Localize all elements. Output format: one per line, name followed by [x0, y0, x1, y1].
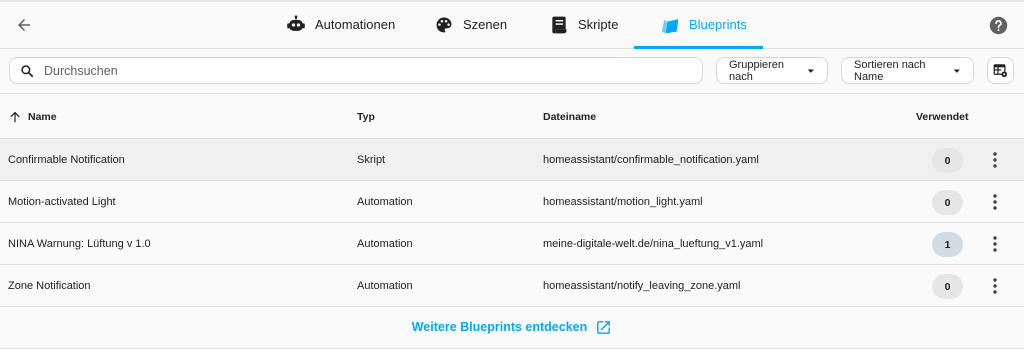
table-header: Name Typ Dateiname Verwendet — [0, 94, 1024, 139]
cell-typ: Skript — [357, 154, 386, 166]
table-row[interactable]: Motion-activated Light Automation homeas… — [0, 181, 1024, 223]
dots-vertical-icon — [993, 194, 997, 210]
help-button[interactable] — [986, 13, 1010, 37]
cell-typ: Automation — [357, 196, 413, 208]
column-settings-button[interactable] — [987, 57, 1014, 84]
row-menu-button[interactable] — [984, 148, 1006, 172]
search-box[interactable] — [9, 57, 703, 84]
cell-dateiname: homeassistant/motion_light.yaml — [543, 196, 703, 208]
script-icon — [552, 16, 567, 33]
tab-szenen[interactable]: Szenen — [434, 0, 507, 49]
tab-blueprints[interactable]: Blueprints — [660, 0, 747, 49]
sort-label: Sortieren nach Name — [854, 58, 926, 83]
usage-count-badge: 0 — [932, 190, 963, 215]
tab-label: Automationen — [315, 17, 396, 32]
tab-label: Blueprints — [689, 17, 747, 32]
search-icon — [21, 64, 34, 77]
column-header-dateiname[interactable]: Dateiname — [543, 94, 596, 139]
palette-icon — [436, 17, 452, 32]
column-header-verwendet[interactable]: Verwendet — [916, 94, 969, 139]
table-row[interactable]: Confirmable Notification Skript homeassi… — [0, 139, 1024, 181]
cell-dateiname: meine-digitale-welt.de/nina_lueftung_v1.… — [543, 238, 764, 250]
back-button[interactable] — [10, 11, 38, 39]
discover-blueprints-label: Weitere Blueprints entdecken — [411, 320, 588, 334]
arrow-left-icon — [18, 19, 30, 31]
group-by-label: Gruppieren nach — [729, 58, 785, 83]
table-cog-icon — [993, 64, 1008, 78]
caret-down-icon — [954, 68, 961, 73]
row-menu-button[interactable] — [984, 274, 1006, 298]
discover-blueprints-link[interactable]: Weitere Blueprints entdecken — [0, 307, 1024, 347]
robot-icon — [287, 14, 305, 31]
usage-count-badge: 0 — [932, 274, 963, 299]
dots-vertical-icon — [993, 152, 997, 168]
column-header-label: Dateiname — [543, 110, 597, 123]
tab-label: Skripte — [578, 17, 619, 32]
cell-name: Motion-activated Light — [8, 196, 116, 208]
cell-dateiname: homeassistant/notify_leaving_zone.yaml — [543, 280, 741, 292]
column-header-typ[interactable]: Typ — [357, 94, 375, 139]
cell-typ: Automation — [357, 238, 413, 250]
row-menu-button[interactable] — [984, 190, 1006, 214]
cell-name: Confirmable Notification — [8, 154, 125, 166]
group-by-dropdown[interactable]: Gruppieren nach — [716, 57, 828, 84]
top-edge-line — [0, 0, 1024, 2]
tab-automationen[interactable]: Automationen — [286, 0, 395, 49]
column-header-label: Verwendet — [916, 110, 969, 123]
search-input[interactable] — [44, 63, 702, 78]
row-menu-button[interactable] — [984, 232, 1006, 256]
app: Automationen Szenen Skripte Blueprints D… — [0, 0, 1024, 350]
cell-typ: Automation — [357, 280, 413, 292]
open-in-new-icon — [597, 320, 611, 334]
cell-name: NINA Warnung: Lüftung v 1.0 — [8, 238, 151, 250]
cell-dateiname: homeassistant/confirmable_notification.y… — [543, 154, 759, 166]
caret-down-icon — [808, 68, 815, 73]
column-header-label: Typ — [357, 110, 375, 123]
help-circle-icon — [989, 16, 1007, 34]
arrow-up-icon — [10, 111, 20, 122]
dots-vertical-icon — [993, 278, 997, 294]
toolbar: Gruppieren nach Sortieren nach Name — [0, 49, 1024, 94]
tab-skripte[interactable]: Skripte — [549, 0, 618, 49]
top-bar: Automationen Szenen Skripte Blueprints — [0, 0, 1024, 49]
bottom-divider — [0, 348, 1024, 349]
cell-name: Zone Notification — [8, 280, 91, 292]
blueprint-icon — [661, 18, 679, 33]
dots-vertical-icon — [993, 236, 997, 252]
sort-dropdown[interactable]: Sortieren nach Name — [841, 57, 974, 84]
table-row[interactable]: Zone Notification Automation homeassista… — [0, 265, 1024, 307]
usage-count-badge: 1 — [932, 232, 963, 257]
column-header-label: Name — [28, 110, 57, 123]
column-header-name[interactable]: Name — [8, 94, 57, 139]
tab-label: Szenen — [463, 17, 508, 32]
usage-count-badge: 0 — [932, 148, 963, 173]
table-row[interactable]: NINA Warnung: Lüftung v 1.0 Automation m… — [0, 223, 1024, 265]
